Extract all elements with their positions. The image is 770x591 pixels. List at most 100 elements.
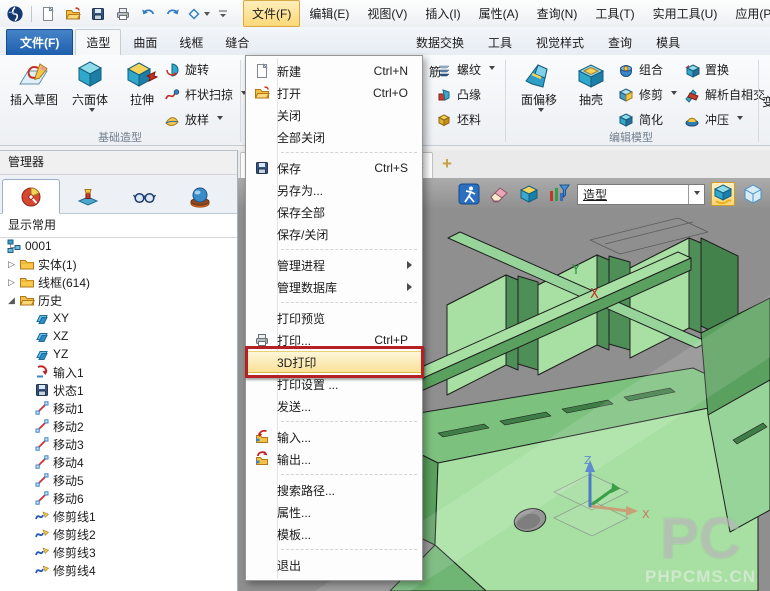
tab-file[interactable]: 文件(F): [6, 29, 73, 55]
menu-item-close[interactable]: 关闭: [246, 104, 422, 126]
insert-sketch-button[interactable]: 插入草图: [4, 55, 64, 115]
node-xy[interactable]: XY: [0, 309, 237, 327]
node-move5[interactable]: 移动5: [0, 471, 237, 489]
node-move6[interactable]: 移动6: [0, 489, 237, 507]
expander-closed-icon[interactable]: ▷: [5, 277, 18, 288]
tab-inquire[interactable]: 查询: [598, 30, 642, 55]
menu-item-save-close[interactable]: 保存/关闭: [246, 223, 422, 245]
node-state1[interactable]: 状态1: [0, 381, 237, 399]
menu-file[interactable]: 文件(F): [243, 0, 300, 27]
stock-button[interactable]: 坯料: [436, 107, 495, 132]
trim-button[interactable]: 修剪: [618, 82, 677, 107]
erase-button[interactable]: [487, 182, 511, 206]
node-trimline1[interactable]: 修剪线1: [0, 507, 237, 525]
tab-surface[interactable]: 曲面: [123, 30, 167, 55]
render-filter-button[interactable]: [547, 182, 571, 206]
node-xz[interactable]: XZ: [0, 327, 237, 345]
style-cube-button[interactable]: [711, 182, 735, 206]
menu-item-print[interactable]: 打印...Ctrl+P: [246, 329, 422, 351]
app-logo[interactable]: [3, 2, 27, 25]
tab-wireframe[interactable]: 线框: [169, 30, 213, 55]
node-solids[interactable]: ▷实体(1): [0, 255, 237, 273]
menu-item-print-3d[interactable]: 3D打印: [246, 351, 422, 373]
shell-button[interactable]: 抽壳: [568, 55, 614, 115]
menu-item-send[interactable]: 发送...: [246, 395, 422, 417]
manager-tab-visibility[interactable]: [116, 180, 172, 213]
tab-sew[interactable]: 缝合: [215, 30, 259, 55]
hexahedron-button[interactable]: 六面体: [64, 55, 116, 115]
new-tab-button[interactable]: +: [442, 155, 452, 173]
menu-item-open[interactable]: 打开Ctrl+O: [246, 82, 422, 104]
menu-utilities[interactable]: 实用工具(U): [644, 0, 727, 27]
menu-apps[interactable]: 应用(P): [726, 0, 770, 27]
redo-button[interactable]: [161, 2, 185, 25]
thread-button[interactable]: 螺纹: [436, 57, 495, 82]
manager-tab-assembly[interactable]: [60, 180, 116, 213]
node-trimline3[interactable]: 修剪线3: [0, 543, 237, 561]
node-input1[interactable]: 输入1: [0, 363, 237, 381]
replace-button[interactable]: 置换: [684, 57, 765, 82]
menu-item-save[interactable]: 保存Ctrl+S: [246, 157, 422, 179]
filter-bar[interactable]: 显示常用: [0, 214, 237, 238]
menu-item-print-preview[interactable]: 打印预览: [246, 307, 422, 329]
menu-item-manage-database[interactable]: 管理数据库: [246, 276, 422, 298]
menu-item-search-path[interactable]: 搜索路径...: [246, 479, 422, 501]
menu-edit[interactable]: 编辑(E): [300, 0, 358, 27]
node-move4[interactable]: 移动4: [0, 453, 237, 471]
menu-item-templates[interactable]: 模板...: [246, 523, 422, 545]
node-move2[interactable]: 移动2: [0, 417, 237, 435]
node-yz[interactable]: YZ: [0, 345, 237, 363]
menu-item-save-as[interactable]: 另存为...: [246, 179, 422, 201]
rod-sweep-button[interactable]: 杆状扫掠: [164, 82, 247, 107]
menu-tools[interactable]: 工具(T): [586, 0, 643, 27]
manager-tab-history[interactable]: [2, 179, 60, 214]
manager-tab-render[interactable]: [172, 180, 228, 213]
open-button[interactable]: [61, 2, 85, 25]
face-offset-button[interactable]: 面偏移: [510, 55, 568, 115]
view-cube-button[interactable]: [741, 182, 765, 206]
node-history[interactable]: ◢历史: [0, 291, 237, 309]
menu-insert[interactable]: 插入(I): [416, 0, 469, 27]
node-root[interactable]: 0001: [0, 237, 237, 255]
revolve-button[interactable]: 旋转: [164, 57, 247, 82]
combine-button[interactable]: 组合: [618, 57, 677, 82]
node-trimline4[interactable]: 修剪线4: [0, 561, 237, 579]
undo-button[interactable]: [136, 2, 160, 25]
menu-item-properties[interactable]: 属性...: [246, 501, 422, 523]
tab-tools[interactable]: 工具: [478, 30, 522, 55]
extrude-button[interactable]: 拉伸: [116, 55, 168, 115]
menu-item-manage-process[interactable]: 管理进程: [246, 254, 422, 276]
print-button[interactable]: [111, 2, 135, 25]
view-orient-button[interactable]: [186, 2, 210, 25]
node-move3[interactable]: 移动3: [0, 435, 237, 453]
resolve-self-intersect-button[interactable]: 解析自相交: [684, 82, 765, 107]
new-button[interactable]: [36, 2, 60, 25]
solid-display-button[interactable]: [517, 182, 541, 206]
partial-right-button[interactable]: 变: [762, 93, 770, 110]
save-button[interactable]: [86, 2, 110, 25]
node-wireframe[interactable]: ▷线框(614): [0, 273, 237, 291]
customize-qat-button[interactable]: [211, 2, 235, 25]
expander-open-icon[interactable]: ◢: [5, 295, 18, 306]
menu-item-exit[interactable]: 退出: [246, 554, 422, 576]
menu-item-print-setup[interactable]: 打印设置 ...: [246, 373, 422, 395]
menu-item-close-all[interactable]: 全部关闭: [246, 126, 422, 148]
display-style-dropdown[interactable]: 造型: [577, 184, 705, 205]
tab-mold[interactable]: 模具: [646, 30, 690, 55]
tab-shape[interactable]: 造型: [75, 29, 121, 56]
node-move1[interactable]: 移动1: [0, 399, 237, 417]
dropdown-arrow-button[interactable]: [688, 185, 704, 204]
menu-item-save-all[interactable]: 保存全部: [246, 201, 422, 223]
tab-visual-style[interactable]: 视觉样式: [526, 30, 594, 55]
node-trimline2[interactable]: 修剪线2: [0, 525, 237, 543]
menu-item-export[interactable]: 输出...: [246, 448, 422, 470]
menu-inquire[interactable]: 查询(N): [528, 0, 587, 27]
flange-button[interactable]: 凸缘: [436, 82, 495, 107]
menu-item-new[interactable]: 新建Ctrl+N: [246, 60, 422, 82]
menu-attribute[interactable]: 属性(A): [470, 0, 528, 27]
walkthrough-button[interactable]: [457, 182, 481, 206]
expander-closed-icon[interactable]: ▷: [5, 259, 18, 270]
menu-view[interactable]: 视图(V): [358, 0, 416, 27]
tab-data-exchange[interactable]: 数据交换: [406, 30, 474, 55]
menu-item-import[interactable]: 输入...: [246, 426, 422, 448]
